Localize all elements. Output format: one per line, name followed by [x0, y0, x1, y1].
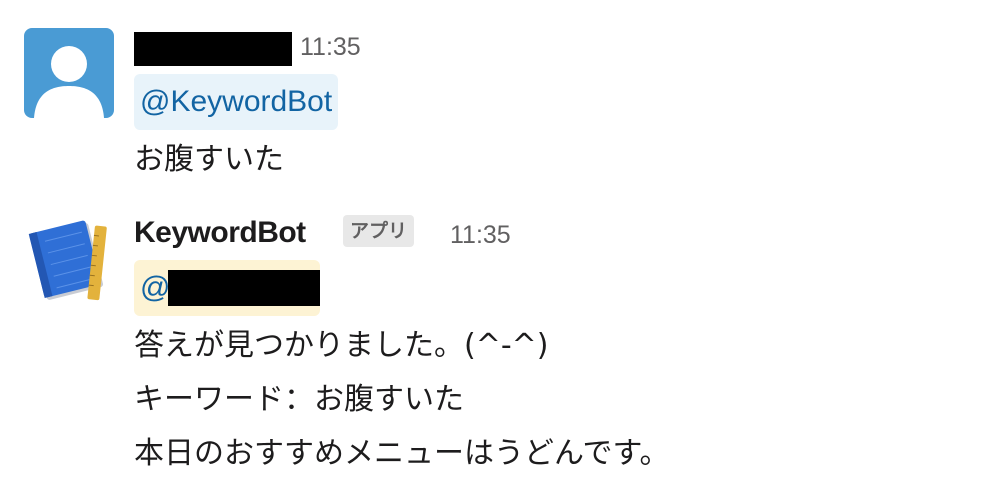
message-timestamp[interactable]: 11:35	[450, 221, 511, 250]
message-header: KeywordBot アプリ 11:35	[134, 214, 1008, 254]
message-user: 11:35 @KeywordBot お腹すいた	[0, 28, 1008, 188]
user-avatar[interactable]	[24, 28, 114, 118]
notebook-ruler-icon	[24, 214, 114, 304]
mention-at-sign: @	[140, 271, 171, 304]
message-header: 11:35	[134, 28, 1008, 68]
message-text-line-2: キーワード：お腹すいた	[134, 382, 464, 417]
message-body: 11:35 @KeywordBot お腹すいた	[134, 28, 1008, 177]
message-timestamp[interactable]: 11:35	[300, 33, 361, 62]
message-text-line-1: 答えが見つかりました。(^-^)	[134, 328, 549, 363]
message-text-line-3: 本日のおすすめメニューはうどんです。	[134, 436, 670, 471]
message-bot: KeywordBot アプリ 11:35 @ 答えが見つかりました。(^-^) …	[0, 214, 1008, 484]
redacted-sender-name	[134, 32, 292, 66]
bot-avatar[interactable]	[24, 214, 114, 304]
message-body: KeywordBot アプリ 11:35 @ 答えが見つかりました。(^-^) …	[134, 214, 1008, 471]
message-text: お腹すいた	[134, 142, 284, 177]
redacted-mention-name	[168, 270, 320, 306]
sender-name[interactable]: KeywordBot	[134, 216, 306, 250]
app-badge: アプリ	[343, 215, 415, 247]
default-user-avatar-icon	[24, 28, 114, 118]
mention-keywordbot[interactable]: @KeywordBot	[134, 74, 339, 130]
